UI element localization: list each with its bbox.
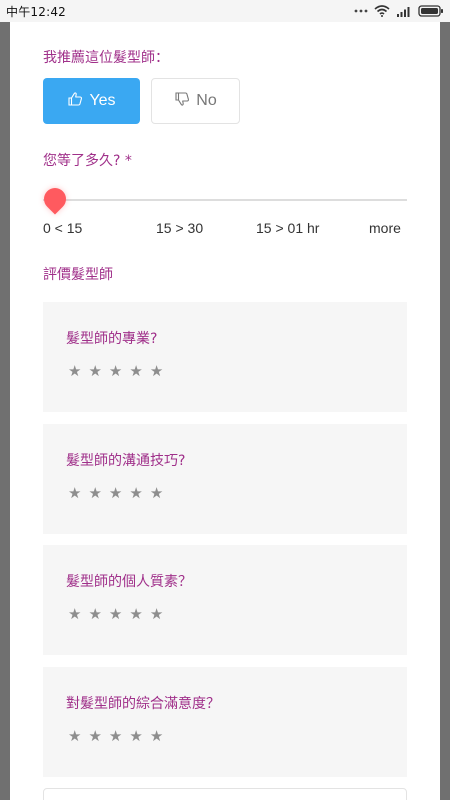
star-icon[interactable]: ★: [150, 729, 163, 744]
status-time: 中午12:42: [6, 4, 66, 19]
no-button-label: No: [196, 92, 217, 109]
star-icon[interactable]: ★: [129, 729, 142, 744]
star-icon[interactable]: ★: [150, 364, 163, 379]
more-dots-icon: [354, 8, 368, 14]
recommend-label: 我推薦這位髮型師：: [43, 50, 169, 66]
battery-icon: [418, 5, 444, 17]
star-icon[interactable]: ★: [150, 607, 163, 622]
rating-question: 對髮型師的綜合滿意度？: [66, 696, 220, 712]
star-icon[interactable]: ★: [88, 607, 101, 622]
wait-label: 您等了多久? *: [43, 150, 132, 170]
yes-button[interactable]: Yes: [43, 78, 140, 124]
slider-track[interactable]: [43, 199, 407, 201]
required-marker: *: [124, 153, 132, 169]
star-rating[interactable]: ★ ★ ★ ★ ★: [68, 364, 163, 379]
yes-button-label: Yes: [89, 92, 116, 109]
status-icons: [354, 5, 444, 17]
rating-section-title: 評價髮型師: [43, 267, 113, 283]
rating-card: 髮型師的溝通技巧? ★ ★ ★ ★ ★: [43, 424, 407, 534]
slider-thumb[interactable]: [39, 183, 71, 215]
star-icon[interactable]: ★: [68, 486, 81, 501]
star-icon[interactable]: ★: [109, 486, 122, 501]
slider-tick-label[interactable]: 15 > 01 hr: [256, 220, 319, 236]
star-rating[interactable]: ★ ★ ★ ★ ★: [68, 486, 163, 501]
star-icon[interactable]: ★: [150, 486, 163, 501]
star-icon[interactable]: ★: [109, 729, 122, 744]
rating-card: 對髮型師的綜合滿意度？ ★ ★ ★ ★ ★: [43, 667, 407, 777]
star-rating[interactable]: ★ ★ ★ ★ ★: [68, 729, 163, 744]
star-icon[interactable]: ★: [88, 364, 101, 379]
thumbs-down-icon: [174, 91, 190, 112]
rating-card: 髮型師的個人質素？ ★ ★ ★ ★ ★: [43, 545, 407, 655]
star-icon[interactable]: ★: [109, 364, 122, 379]
thumbs-up-icon: [67, 91, 83, 112]
slider-tick-label[interactable]: more: [369, 220, 401, 236]
star-icon[interactable]: ★: [109, 607, 122, 622]
star-icon[interactable]: ★: [88, 486, 101, 501]
wait-time-slider[interactable]: [39, 183, 407, 216]
no-button[interactable]: No: [151, 78, 240, 124]
slider-tick-labels: 0 < 15 15 > 30 15 > 01 hr more: [43, 220, 407, 238]
star-rating[interactable]: ★ ★ ★ ★ ★: [68, 607, 163, 622]
star-icon[interactable]: ★: [68, 607, 81, 622]
star-icon[interactable]: ★: [68, 364, 81, 379]
rating-question: 髮型師的專業?: [66, 331, 158, 347]
review-form-page: 我推薦這位髮型師： Yes No 您等了多久? * 0 < 15 15 > 30…: [10, 22, 440, 800]
rating-card: 髮型師的專業? ★ ★ ★ ★ ★: [43, 302, 407, 412]
wait-label-text: 您等了多久?: [43, 153, 121, 169]
star-icon[interactable]: ★: [88, 729, 101, 744]
star-icon[interactable]: ★: [129, 364, 142, 379]
slider-tick-label[interactable]: 15 > 30: [156, 220, 203, 236]
star-icon[interactable]: ★: [68, 729, 81, 744]
star-icon[interactable]: ★: [129, 486, 142, 501]
wifi-icon: [374, 5, 390, 17]
star-icon[interactable]: ★: [129, 607, 142, 622]
next-field-outline[interactable]: [43, 788, 407, 800]
signal-icon: [396, 5, 412, 17]
rating-question: 髮型師的溝通技巧?: [66, 453, 186, 469]
slider-tick-label[interactable]: 0 < 15: [43, 220, 82, 236]
rating-question: 髮型師的個人質素？: [66, 574, 192, 590]
status-bar: 中午12:42: [0, 0, 450, 22]
